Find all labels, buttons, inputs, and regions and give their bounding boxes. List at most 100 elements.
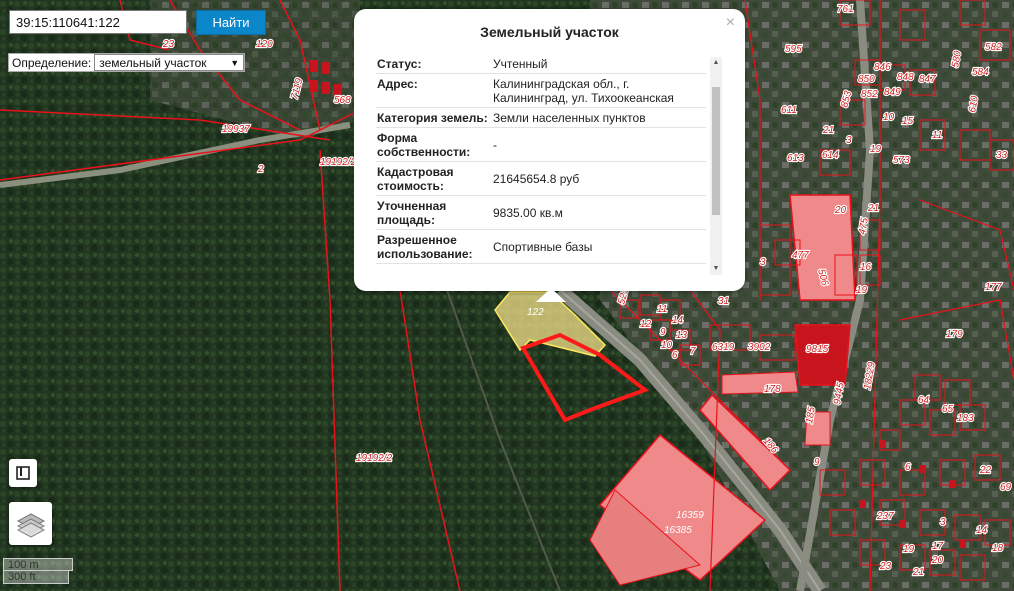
- parcel-number-label: 3: [940, 517, 946, 528]
- parcel-number-label: 6: [905, 462, 911, 473]
- info-key: Адрес:: [377, 77, 418, 91]
- building-strip: [721, 371, 799, 395]
- parcel-number-label: 19: [856, 285, 868, 296]
- parcel-number-label: 2: [257, 164, 264, 175]
- parcel-number-label: 23: [879, 561, 892, 572]
- bookmark-button[interactable]: [9, 459, 37, 487]
- parcel-number-label: 22: [979, 465, 992, 476]
- parcel-number-label: 12: [640, 319, 652, 330]
- popup-title: Земельный участок: [480, 24, 619, 40]
- info-value: Учтенный: [493, 57, 548, 71]
- parcel-number-label: 31: [718, 296, 729, 307]
- info-key: Категория земель:: [377, 111, 488, 125]
- parcel-number-label: 611: [781, 105, 797, 116]
- scroll-down-icon[interactable]: ▼: [710, 263, 722, 275]
- parcel-number-label: 21: [867, 203, 879, 214]
- parcel-number-label: 21: [822, 125, 834, 136]
- layers-button[interactable]: [9, 502, 52, 545]
- parcel-number-label: 11: [657, 304, 667, 315]
- parcel-number-label: 7: [690, 346, 696, 357]
- parcel-number-label: 595: [785, 44, 802, 55]
- popup-scrollbar[interactable]: ▲ ▼: [710, 57, 722, 275]
- parcel-number-label: 15: [902, 116, 914, 127]
- parcel-number-label: 23: [162, 39, 175, 50]
- parcel-number-label: 6319: [712, 342, 735, 353]
- parcel-number-label: 19192/2: [320, 157, 357, 168]
- popup-pointer: [536, 288, 566, 302]
- parcel-number-label: 3: [846, 135, 852, 146]
- parcel-number-label: 179: [946, 329, 963, 340]
- scroll-up-icon[interactable]: ▲: [710, 57, 722, 69]
- info-row-category: Категория земель: Земли населенных пункт…: [376, 108, 706, 128]
- parcel-number-label: 13: [676, 330, 688, 341]
- parcel-number-label: 19192/2: [356, 453, 393, 464]
- map-scale: 100 m 300 ft: [3, 558, 73, 584]
- parcel-number-label: 19: [903, 544, 915, 555]
- parcel-number-label: 120: [256, 39, 273, 50]
- definition-label: Определение:: [12, 55, 92, 70]
- parcel-number-label: 17: [932, 541, 944, 552]
- parcel-number-label: 16: [860, 262, 872, 273]
- parcel-number-label: 10: [883, 112, 895, 123]
- parcel-number-label: 9815: [806, 344, 829, 355]
- parcel-number-label: 846: [874, 62, 891, 73]
- info-row-usage: Разрешенное использование: Спортивные ба…: [376, 230, 706, 264]
- parcel-number-label: 183: [957, 413, 974, 424]
- info-row-cost: Кадастровая стоимость: 21645654.8 руб: [376, 162, 706, 196]
- popup-info-table: Статус: Учтенный Адрес: Калининградская …: [376, 54, 706, 276]
- parcel-number-label: 65: [942, 404, 954, 415]
- search-input[interactable]: 39:15:110641:122: [9, 10, 187, 34]
- definition-select-value: земельный участок: [99, 55, 207, 70]
- parcel-number-label: 847: [919, 74, 936, 85]
- parcel-number-label: 582: [985, 42, 1002, 53]
- parcel-number-label: 122: [527, 307, 544, 318]
- parcel-number-label: 477: [792, 250, 809, 261]
- parcel-number-label: 69: [1000, 482, 1012, 493]
- chevron-down-icon: ▼: [230, 57, 240, 68]
- info-value: -: [493, 138, 497, 152]
- bookmark-icon: [16, 466, 30, 480]
- parcel-number-label: 584: [972, 67, 989, 78]
- info-key: Форма собственности:: [377, 131, 471, 159]
- parcel-number-label: 848: [897, 72, 914, 83]
- parcel-number-label: 3902: [748, 342, 771, 353]
- parcel-number-label: 237: [876, 511, 894, 522]
- parcel-number-label: 177: [985, 282, 1002, 293]
- info-key: Кадастровая стоимость:: [377, 165, 454, 193]
- parcel-number-label: 11: [932, 130, 942, 141]
- search-button[interactable]: Найти: [196, 10, 266, 35]
- info-value: Земли населенных пунктов: [493, 111, 646, 125]
- parcel-number-label: 19: [870, 144, 882, 155]
- parcel-number-label: 16359: [676, 510, 704, 521]
- definition-select[interactable]: земельный участок ▼: [94, 54, 245, 71]
- parcel-number-label: 18: [992, 543, 1004, 554]
- scroll-thumb[interactable]: [712, 87, 720, 215]
- parcel-number-label: 9: [814, 457, 820, 468]
- layers-icon: [16, 512, 45, 538]
- info-row-address: Адрес: Калининградская обл., г. Калининг…: [376, 74, 706, 108]
- parcel-number-label: 16385: [664, 525, 692, 536]
- parcel-number-label: 178: [764, 384, 781, 395]
- scale-imperial: 300 ft: [3, 571, 69, 584]
- parcel-number-label: 614: [822, 150, 839, 161]
- parcel-number-label: 761: [837, 4, 854, 15]
- parcel-info-popup: × Земельный участок Статус: Учтенный Адр…: [354, 9, 745, 291]
- building-9815: [794, 324, 851, 386]
- info-row-status: Статус: Учтенный: [376, 54, 706, 74]
- info-value: 9835.00 кв.м: [493, 206, 563, 220]
- parcel-number-label: 573: [893, 155, 910, 166]
- parcel-number-label: 568: [334, 95, 351, 106]
- parcel-number-label: 19937: [222, 124, 250, 135]
- info-row-area: Уточненная площадь: 9835.00 кв.м: [376, 196, 706, 230]
- parcel-number-label: 613: [787, 153, 804, 164]
- parcel-number-label: 9: [660, 327, 666, 338]
- definition-row: Определение: земельный участок ▼: [8, 53, 246, 72]
- parcel-number-label: 21: [912, 567, 924, 578]
- info-key: Уточненная площадь:: [377, 199, 447, 227]
- parcel-number-label: 3: [760, 257, 766, 268]
- parcel-number-label: 20: [931, 555, 944, 566]
- parcel-number-label: 852: [861, 89, 878, 100]
- info-key: Разрешенное использование:: [377, 233, 473, 261]
- parcel-number-label: 850: [858, 74, 875, 85]
- info-value: 21645654.8 руб: [493, 172, 580, 186]
